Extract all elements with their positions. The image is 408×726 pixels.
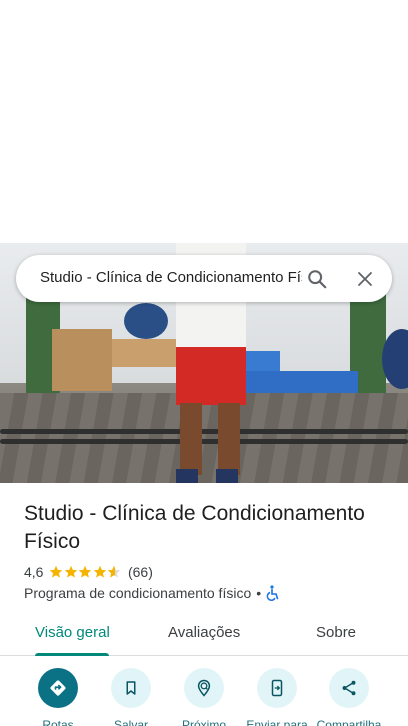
rating-stars [49, 565, 122, 579]
rating-value: 4,6 [24, 564, 44, 580]
directions-icon [38, 668, 78, 708]
photo-box [52, 329, 112, 391]
review-count[interactable]: (66) [128, 564, 153, 580]
nearby-button[interactable]: Próximo [164, 668, 244, 726]
photo-person-shorts [176, 347, 246, 405]
save-button[interactable]: Salvar [91, 668, 171, 726]
place-category[interactable]: Programa de condicionamento físico [24, 585, 251, 601]
save-label: Salvar [113, 718, 148, 726]
photo-floor [0, 393, 408, 483]
separator: • [256, 585, 262, 601]
photo-box [112, 339, 176, 367]
photo-person-shoe [176, 469, 198, 483]
tab-active-indicator [35, 653, 109, 656]
action-bar: Rotas Salvar Próximo Enviar para Compart… [0, 668, 408, 726]
nearby-label: Próximo [181, 718, 226, 726]
search-input[interactable]: Studio - Clínica de Condicionamento Físi… [40, 269, 302, 286]
nearby-icon [184, 668, 224, 708]
share-label: Compartilha [316, 718, 382, 726]
send-to-phone-button[interactable]: Enviar para [237, 668, 317, 726]
photo-mat [246, 371, 358, 393]
star-icon [50, 565, 63, 578]
category-row: Programa de condicionamento físico • [24, 584, 280, 602]
photo-rope [0, 439, 408, 444]
wheelchair-accessible-icon[interactable] [266, 585, 280, 601]
share-icon [329, 668, 369, 708]
bookmark-icon [111, 668, 151, 708]
tab-about[interactable]: Sobre [316, 624, 356, 641]
send-to-phone-icon [257, 668, 297, 708]
tab-overview[interactable]: Visão geral [35, 624, 110, 641]
rating-row[interactable]: 4,6 (66) [24, 563, 153, 581]
tab-reviews[interactable]: Avaliações [168, 624, 240, 641]
directions-label: Rotas [42, 718, 74, 726]
search-icon[interactable] [303, 265, 331, 293]
tab-bar: Visão geral Avaliações Sobre [0, 614, 408, 656]
close-icon[interactable] [351, 265, 379, 293]
photo-person-leg [180, 403, 202, 475]
photo-person-leg [218, 403, 240, 475]
share-button[interactable]: Compartilha [309, 668, 389, 726]
send-to-phone-label: Enviar para [246, 718, 308, 726]
star-icon [93, 565, 107, 578]
blank-area [0, 0, 408, 243]
star-icon [79, 565, 92, 578]
photo-person-shoe [216, 469, 238, 483]
place-title: Studio - Clínica de Condicionamento Físi… [24, 502, 365, 553]
photo-rope [0, 429, 408, 434]
star-icon [64, 565, 78, 578]
photo-mat [246, 351, 280, 371]
directions-button[interactable]: Rotas [18, 668, 98, 726]
search-bar[interactable]: Studio - Clínica de Condicionamento Físi… [16, 255, 392, 302]
star-icon [108, 565, 121, 578]
photo-ball [124, 303, 168, 339]
